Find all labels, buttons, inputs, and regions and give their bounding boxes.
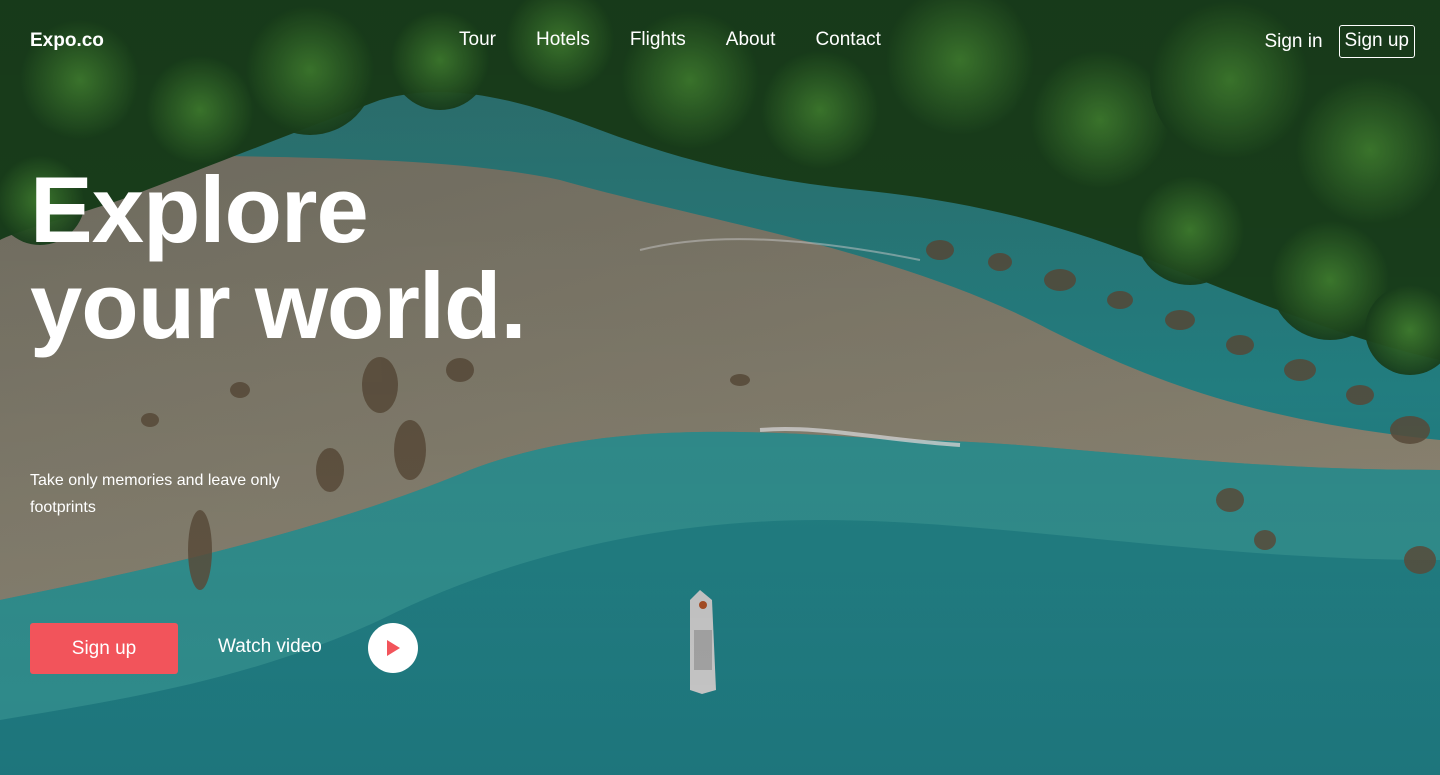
- play-video-button[interactable]: [368, 623, 418, 673]
- nav-item-flights[interactable]: Flights: [630, 29, 686, 51]
- sign-in-link[interactable]: Sign in: [1264, 31, 1322, 53]
- auth-controls: Sign in Sign up: [1264, 25, 1415, 58]
- brand-logo[interactable]: Expo.co: [30, 30, 104, 52]
- hero-headline-line-2: your world.: [30, 253, 527, 358]
- hero-headline-line-1: Explore: [30, 157, 369, 262]
- hero-sign-up-button[interactable]: Sign up: [30, 623, 178, 674]
- nav-item-hotels[interactable]: Hotels: [536, 29, 590, 51]
- main-nav: Tour Hotels Flights About Contact: [459, 29, 881, 51]
- hero-section: Expo.co Tour Hotels Flights About Contac…: [0, 0, 1440, 775]
- play-icon: [387, 640, 400, 656]
- nav-item-tour[interactable]: Tour: [459, 29, 496, 51]
- hero-background-image: [0, 0, 1440, 775]
- watch-video-link[interactable]: Watch video: [218, 636, 322, 658]
- hero-tagline: Take only memories and leave only footpr…: [30, 472, 280, 516]
- nav-item-contact[interactable]: Contact: [815, 29, 880, 51]
- nav-item-about[interactable]: About: [726, 29, 776, 51]
- hero-headline: Explore your world.: [30, 157, 527, 358]
- header-sign-up-button[interactable]: Sign up: [1338, 25, 1415, 58]
